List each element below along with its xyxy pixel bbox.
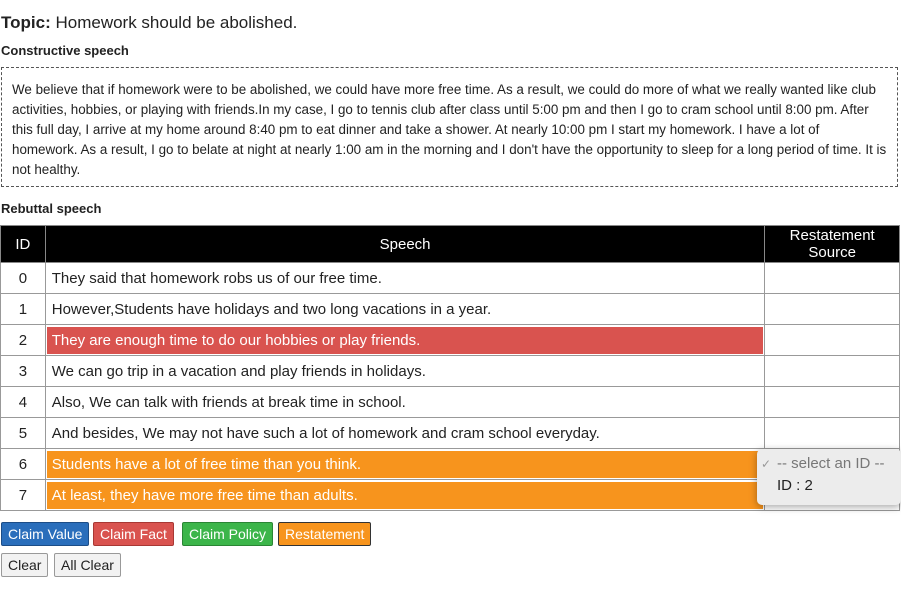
- speech-cell[interactable]: They said that homework robs us of our f…: [44, 262, 766, 294]
- topic-heading: Topic: Homework should be abolished.: [1, 13, 297, 33]
- speech-text[interactable]: Also, We can talk with friends at break …: [47, 389, 764, 416]
- dropdown-option-id-2[interactable]: ID : 2: [757, 475, 901, 497]
- constructive-speech-box: We believe that if homework were to be a…: [1, 67, 898, 187]
- row-id: 2: [0, 324, 46, 356]
- table-row: 3 We can go trip in a vacation and play …: [0, 355, 900, 387]
- dropdown-option-label: ID : 2: [777, 477, 813, 494]
- restatement-source-cell: [764, 262, 900, 294]
- checkmark-icon: ✓: [761, 457, 772, 471]
- restatement-source-cell: [764, 324, 900, 356]
- table-row: 4 Also, We can talk with friends at brea…: [0, 386, 900, 418]
- constructive-speech-text: We believe that if homework were to be a…: [12, 82, 887, 177]
- speech-cell[interactable]: At least, they have more free time than …: [44, 479, 766, 511]
- row-id: 4: [0, 386, 46, 418]
- table-row: 0 They said that homework robs us of our…: [0, 262, 900, 294]
- speech-text[interactable]: We can go trip in a vacation and play fr…: [47, 358, 764, 385]
- speech-text[interactable]: However,Students have holidays and two l…: [47, 296, 764, 323]
- topic-text: Homework should be abolished.: [55, 13, 298, 32]
- speech-text-restatement[interactable]: At least, they have more free time than …: [46, 481, 764, 509]
- dropdown-option-placeholder[interactable]: ✓ -- select an ID --: [757, 453, 901, 475]
- claim-value-button[interactable]: Claim Value: [1, 522, 90, 546]
- row-id: 0: [0, 262, 46, 294]
- speech-text-restatement[interactable]: Students have a lot of free time than yo…: [46, 450, 764, 478]
- restatement-source-cell: [764, 386, 900, 418]
- table-row: 5 And besides, We may not have such a lo…: [0, 417, 900, 449]
- row-id: 5: [0, 417, 46, 449]
- dropdown-option-label: -- select an ID --: [777, 455, 885, 472]
- speech-text-claim-fact[interactable]: They are enough time to do our hobbies o…: [46, 326, 764, 354]
- claim-policy-button[interactable]: Claim Policy: [182, 522, 274, 546]
- all-clear-button[interactable]: All Clear: [54, 553, 121, 577]
- restatement-source-cell: [764, 417, 900, 449]
- speech-cell[interactable]: And besides, We may not have such a lot …: [44, 417, 766, 449]
- topic-prefix: Topic:: [1, 13, 51, 32]
- speech-cell[interactable]: Also, We can talk with friends at break …: [44, 386, 766, 418]
- column-header-speech: Speech: [44, 225, 766, 263]
- table-header-row: ID Speech Restatement Source: [0, 225, 900, 263]
- restatement-button[interactable]: Restatement: [278, 522, 372, 546]
- constructive-label: Constructive speech: [1, 43, 129, 58]
- row-id: 6: [0, 448, 46, 480]
- row-id: 1: [0, 293, 46, 325]
- column-header-restatement-source: Restatement Source: [764, 225, 900, 263]
- speech-text[interactable]: They said that homework robs us of our f…: [47, 265, 764, 292]
- clear-button[interactable]: Clear: [1, 553, 49, 577]
- restatement-source-dropdown-menu[interactable]: ✓ -- select an ID -- ID : 2: [757, 449, 901, 505]
- speech-text[interactable]: And besides, We may not have such a lot …: [47, 420, 764, 447]
- claim-fact-button[interactable]: Claim Fact: [93, 522, 174, 546]
- restatement-source-cell: [764, 293, 900, 325]
- speech-cell[interactable]: We can go trip in a vacation and play fr…: [44, 355, 766, 387]
- speech-cell[interactable]: Students have a lot of free time than yo…: [44, 448, 766, 480]
- speech-cell[interactable]: They are enough time to do our hobbies o…: [44, 324, 766, 356]
- table-row: 1 However,Students have holidays and two…: [0, 293, 900, 325]
- speech-cell[interactable]: However,Students have holidays and two l…: [44, 293, 766, 325]
- row-id: 3: [0, 355, 46, 387]
- restatement-source-cell: [764, 355, 900, 387]
- column-header-id: ID: [0, 225, 46, 263]
- table-row: 2 They are enough time to do our hobbies…: [0, 324, 900, 356]
- rebuttal-label: Rebuttal speech: [1, 201, 102, 216]
- row-id: 7: [0, 479, 46, 511]
